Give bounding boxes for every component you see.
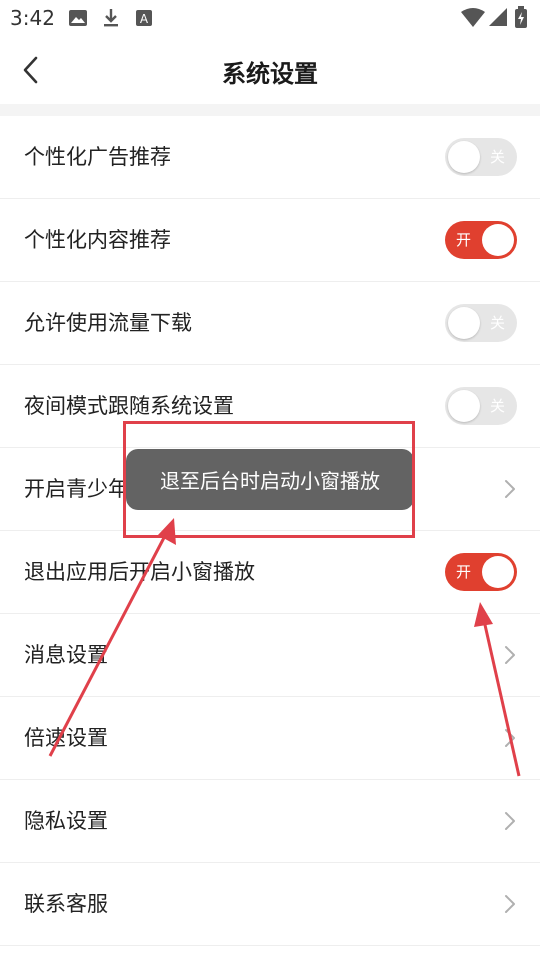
setting-privacy[interactable]: 隐私设置 xyxy=(0,780,540,863)
page-title: 系统设置 xyxy=(222,60,318,88)
setting-label: 联系客服 xyxy=(24,892,108,916)
setting-personalized-content[interactable]: 个性化内容推荐 开 xyxy=(0,199,540,282)
status-bar: 3:42 A xyxy=(0,0,540,36)
toggle-state-label: 开 xyxy=(456,563,472,581)
text-app-icon: A xyxy=(136,10,152,26)
image-icon xyxy=(69,10,87,26)
setting-label: 退出应用后开启小窗播放 xyxy=(24,560,255,584)
toggle-knob xyxy=(448,390,480,422)
chevron-right-icon xyxy=(505,646,515,664)
battery-icon xyxy=(515,6,527,28)
chevron-right-icon xyxy=(505,812,515,830)
toggle-knob xyxy=(448,141,480,173)
setting-messages[interactable]: 消息设置 xyxy=(0,614,540,697)
setting-playback-speed[interactable]: 倍速设置 xyxy=(0,697,540,780)
setting-personalized-ads[interactable]: 个性化广告推荐 关 xyxy=(0,116,540,199)
toggle-knob xyxy=(482,224,514,256)
mobile-data-download-toggle[interactable]: 关 xyxy=(445,304,517,342)
status-time: 3:42 xyxy=(10,6,55,30)
personalized-content-toggle[interactable]: 开 xyxy=(445,221,517,259)
toggle-state-label: 关 xyxy=(489,148,505,166)
setting-label: 倍速设置 xyxy=(24,726,108,750)
setting-mobile-data-download[interactable]: 允许使用流量下载 关 xyxy=(0,282,540,365)
setting-label: 个性化内容推荐 xyxy=(24,228,171,252)
personalized-ads-toggle[interactable]: 关 xyxy=(445,138,517,176)
setting-label: 允许使用流量下载 xyxy=(24,311,192,335)
svg-text:A: A xyxy=(140,12,149,26)
chevron-right-icon xyxy=(505,895,515,913)
annotation-highlight-box xyxy=(123,421,415,538)
setting-mini-window-after-exit[interactable]: 退出应用后开启小窗播放 开 xyxy=(0,531,540,614)
toggle-knob xyxy=(482,556,514,588)
nav-bar: 系统设置 xyxy=(0,36,540,104)
setting-label: 消息设置 xyxy=(24,643,108,667)
wifi-icon xyxy=(461,8,485,27)
toggle-knob xyxy=(448,307,480,339)
night-mode-toggle[interactable]: 关 xyxy=(445,387,517,425)
mini-window-toggle[interactable]: 开 xyxy=(445,553,517,591)
signal-icon xyxy=(489,8,507,26)
chevron-right-icon xyxy=(505,729,515,747)
setting-customer-service[interactable]: 联系客服 xyxy=(0,863,540,946)
setting-label: 个性化广告推荐 xyxy=(24,145,171,169)
section-divider xyxy=(0,104,540,116)
download-icon xyxy=(104,9,118,27)
toggle-state-label: 关 xyxy=(489,397,505,415)
chevron-right-icon xyxy=(505,480,515,498)
setting-label: 隐私设置 xyxy=(24,809,108,833)
toggle-state-label: 开 xyxy=(456,231,472,249)
toggle-state-label: 关 xyxy=(489,314,505,332)
